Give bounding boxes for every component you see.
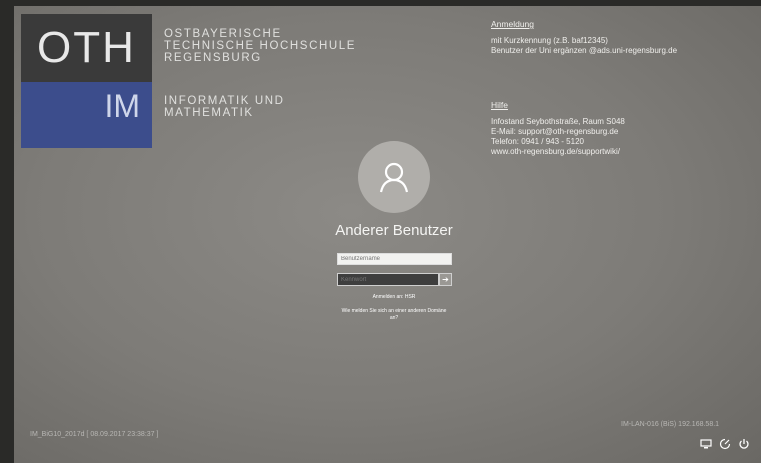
lock-screen: OTH IM OSTBAYERISCHE TECHNISCHE HOCHSCHU…	[14, 6, 761, 463]
faculty-name: INFORMATIK UND MATHEMATIK	[164, 95, 285, 119]
user-icon	[379, 162, 409, 193]
user-name: Anderer Benutzer	[335, 222, 453, 239]
institution-name: OSTBAYERISCHE TECHNISCHE HOCHSCHULE REGE…	[164, 28, 356, 64]
login-info-panel: Anmeldung mit Kurzkennung (z.B. baf12345…	[491, 19, 677, 56]
help-email: E-Mail: support@oth-regensburg.de	[491, 127, 619, 136]
login-info-heading: Anmeldung	[491, 19, 535, 29]
help-heading: Hilfe	[491, 100, 509, 110]
arrow-right-icon: ➔	[442, 275, 449, 284]
submit-button[interactable]: ➔	[439, 273, 452, 286]
login-info-line-2: Benutzer der Uni ergänzen @ads.uni-regen…	[491, 46, 678, 55]
password-field[interactable]	[337, 273, 439, 286]
im-logo: IM	[21, 82, 152, 148]
other-domain-link[interactable]: Wie melden Sie sich an einer anderen Dom…	[339, 308, 449, 322]
institution-line-3: REGENSBURG	[164, 52, 262, 64]
institution-line-2: TECHNISCHE HOCHSCHULE	[164, 40, 357, 52]
power-icon[interactable]	[738, 438, 750, 450]
network-info: IM-LAN-016 (BiS) 192.168.58.1	[621, 421, 720, 428]
help-info-panel: Hilfe Infostand Seybothstraße, Raum S048…	[491, 100, 625, 157]
help-website: www.oth-regensburg.de/supportwiki/	[491, 147, 620, 156]
faculty-line-1: INFORMATIK UND	[164, 95, 285, 107]
sign-in-domain: Anmelden an: HSR	[372, 294, 416, 300]
help-phone: Telefon: 0941 / 943 - 5120	[491, 137, 584, 146]
institution-line-1: OSTBAYERISCHE	[164, 28, 282, 40]
machine-info: IM_BiG10_2017d [ 08.09.2017 23:38:37 ]	[30, 431, 159, 438]
faculty-line-2: MATHEMATIK	[164, 107, 254, 119]
monitor-bezel-left	[0, 0, 14, 463]
help-location: Infostand Seybothstraße, Raum S048	[491, 117, 625, 126]
network-icon[interactable]	[700, 438, 712, 450]
oth-logo: OTH	[21, 14, 152, 82]
username-field[interactable]	[337, 253, 452, 265]
login-info-line-1: mit Kurzkennung (z.B. baf12345)	[491, 36, 608, 45]
ease-of-access-icon[interactable]	[719, 438, 731, 450]
system-tray	[700, 438, 750, 450]
user-avatar	[358, 141, 430, 213]
